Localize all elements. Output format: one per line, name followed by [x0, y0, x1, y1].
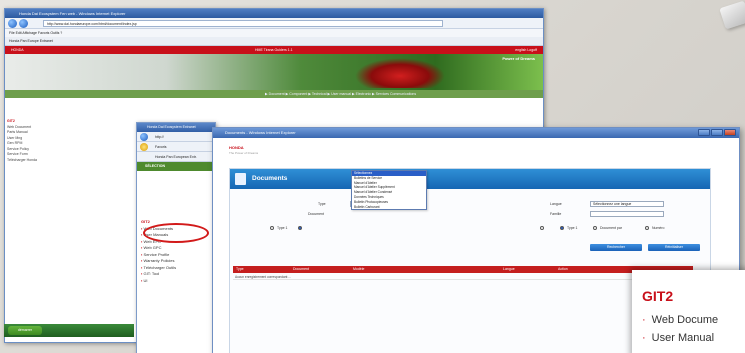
- highlight-circle: [143, 223, 209, 243]
- site-brand: HONDA: [11, 48, 24, 52]
- section-bar: SÉLECTION: [137, 162, 215, 171]
- maximize-icon[interactable]: [711, 129, 723, 136]
- address-bar: http://www.dai.hondaeurope.com/html/docu…: [5, 18, 543, 29]
- favorites-link-bar[interactable]: Honda Pan European Extr.: [137, 152, 215, 162]
- langue-label: Langue: [550, 202, 562, 206]
- bullet-icon: ·: [642, 332, 646, 344]
- zoom-item-label: Web Docume: [651, 314, 719, 326]
- menu-bar[interactable]: File Edit Affichage Favoris Outils ?: [5, 29, 543, 37]
- zoom-item[interactable]: · Web Docume: [642, 314, 718, 326]
- window-controls: [697, 129, 736, 140]
- url-field[interactable]: http://: [155, 135, 164, 139]
- nav-bar[interactable]: ▶ Document ▶ Component ▶ Technical ▶ Use…: [5, 90, 543, 98]
- zoom-item[interactable]: · User Manual: [642, 332, 714, 344]
- radio-type-selected[interactable]: [298, 226, 302, 230]
- column-header[interactable]: Document: [293, 266, 309, 273]
- panel-title: Documents: [252, 175, 288, 182]
- zoom-title: GIT2: [642, 288, 674, 304]
- logoff-link[interactable]: english Logoff: [515, 46, 537, 54]
- document-label: Document: [308, 212, 324, 216]
- radio-numero[interactable]: [645, 226, 649, 230]
- sidebar-item[interactable]: UI: [141, 278, 211, 285]
- reset-button[interactable]: Réinitialiser: [648, 244, 700, 251]
- back-icon[interactable]: [8, 19, 17, 28]
- zoom-item-label: User Manual: [651, 332, 715, 344]
- star-icon: [140, 143, 148, 151]
- favorites-bar: Favoris: [137, 142, 215, 152]
- column-header[interactable]: Modèle: [353, 266, 364, 273]
- logo-tagline: The Power of Dreams: [229, 151, 259, 155]
- favorites-label[interactable]: Favoris: [155, 145, 166, 149]
- column-header[interactable]: Action: [558, 266, 568, 273]
- site-banner: Power of Dreams: [5, 54, 543, 90]
- radio-type[interactable]: [270, 226, 274, 230]
- start-button[interactable]: démarrer: [8, 326, 42, 335]
- results-table-header: Type Document Modèle Langue Action: [233, 266, 693, 273]
- window-title: Documents - Windows Internet Explorer: [213, 128, 739, 138]
- famille-label: Famille: [550, 212, 562, 216]
- url-field[interactable]: http://www.dai.hondaeurope.com/html/docu…: [43, 20, 443, 27]
- column-header[interactable]: Type: [236, 266, 244, 273]
- document-icon: [235, 173, 246, 185]
- banner-tagline: Power of Dreams: [502, 56, 535, 61]
- radio-opt[interactable]: [540, 226, 544, 230]
- search-button[interactable]: Rechercher: [590, 244, 642, 251]
- bullet-icon: ·: [642, 314, 646, 326]
- radio-type-label: Type 1: [277, 226, 288, 230]
- forward-icon[interactable]: [19, 19, 28, 28]
- radio-document-par[interactable]: [593, 226, 597, 230]
- sidebar: GIT2 Web Document Parts Manual User Mng …: [7, 119, 53, 163]
- site-subtitle: HME Tirana Guiders 1.1: [255, 48, 293, 52]
- sidebar-item[interactable]: Télécharger Honda: [7, 158, 53, 164]
- motorcycle-image: [355, 58, 445, 88]
- window-title-text: Documents - Windows Internet Explorer: [225, 130, 296, 135]
- window-title: Honda Dai Ecosystem Fen web - Windows In…: [5, 9, 543, 18]
- minimize-icon[interactable]: [698, 129, 710, 136]
- close-icon[interactable]: [724, 129, 736, 136]
- panel-header: Documents: [230, 169, 710, 189]
- zoomed-sidebar-card: GIT2 · Web Docume · User Manual: [632, 270, 745, 353]
- radio-opt-label: Type 1: [567, 226, 578, 230]
- radio-numero-label: Numéro: [652, 226, 665, 230]
- favorites-bar[interactable]: Honda Pan Europe Extranet: [5, 37, 543, 46]
- address-bar: http://: [137, 132, 215, 142]
- langue-select[interactable]: Sélectionnez une langue: [590, 201, 664, 207]
- site-header-bar: HONDA HME Tirana Guiders 1.1 english Log…: [5, 46, 543, 54]
- window-title: Honda Dai Ecosystem Extranet: [137, 123, 215, 132]
- honda-logo: HONDA: [229, 145, 244, 150]
- type-dropdown-list[interactable]: Sélectionnez Bulletins de Service Manuel…: [351, 170, 427, 211]
- dropdown-option[interactable]: Bulletin Carburant: [352, 205, 426, 210]
- radio-document-par-label: Document par: [600, 226, 622, 230]
- radio-opt-selected[interactable]: [560, 226, 564, 230]
- type-label: Type: [318, 202, 326, 206]
- famille-field[interactable]: [590, 211, 664, 217]
- back-icon[interactable]: [140, 133, 148, 141]
- taskbar: démarrer: [4, 324, 134, 337]
- table-row: Aucun enregistrement correspondant ...: [233, 274, 693, 280]
- column-header[interactable]: Langue: [503, 266, 515, 273]
